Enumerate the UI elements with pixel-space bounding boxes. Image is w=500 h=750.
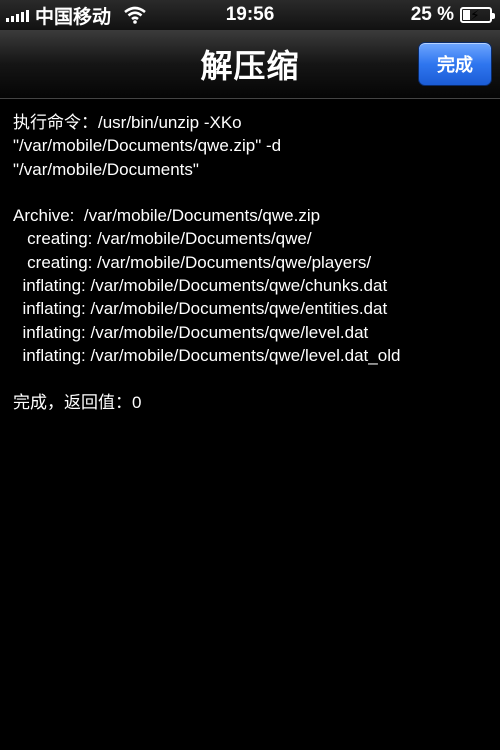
page-title: 解压缩 [200, 48, 300, 84]
log-line: inflating: /var/mobile/Documents/qwe/lev… [13, 322, 369, 342]
wifi-icon [124, 6, 146, 24]
log-line: creating: /var/mobile/Documents/qwe/ [13, 229, 312, 249]
status-bar: 中国移动 19:56 25 % ⚡ [0, 0, 500, 30]
log-line: 执行命令：/usr/bin/unzip -XKo [13, 113, 242, 132]
done-button[interactable]: 完成 [418, 42, 492, 86]
log-output: 执行命令：/usr/bin/unzip -XKo "/var/mobile/Doc… [0, 99, 500, 414]
battery-percent: 25 % [410, 4, 454, 25]
charging-bolt-icon: ⚡ [470, 7, 480, 23]
signal-bars-icon [6, 8, 29, 22]
log-line: 完成，返回值：0 [13, 392, 142, 412]
battery-charging-icon: ⚡ [460, 7, 495, 23]
log-line: creating: /var/mobile/Documents/qwe/play… [13, 252, 372, 272]
navigation-bar: 解压缩 完成 [0, 30, 500, 99]
log-line: inflating: /var/mobile/Documents/qwe/chu… [13, 276, 388, 296]
log-line: Archive: /var/mobile/Documents/qwe.zip [13, 206, 321, 226]
status-left: 中国移动 [6, 2, 147, 29]
log-line: "/var/mobile/Documents" [13, 159, 199, 179]
log-line: inflating: /var/mobile/Documents/qwe/ent… [13, 299, 388, 319]
carrier-name: 中国移动 [35, 6, 112, 28]
battery-fill [463, 10, 470, 20]
log-line: inflating: /var/mobile/Documents/qwe/lev… [13, 345, 401, 365]
status-right: 25 % ⚡ [410, 4, 495, 26]
log-line: "/var/mobile/Documents/qwe.zip" -d [13, 136, 282, 156]
